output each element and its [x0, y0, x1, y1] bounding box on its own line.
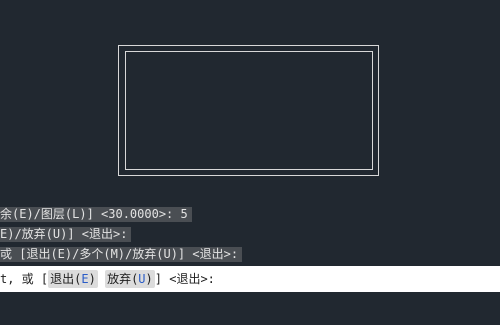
option-undo-button[interactable]: 放弃(U): [105, 270, 155, 288]
option-exit-key: E: [81, 272, 89, 286]
option-undo-key: U: [138, 272, 146, 286]
bottom-canvas-strip: [0, 292, 500, 325]
drawing-canvas[interactable]: 余(E)/图层(L)] <30.0000>: 5 E)/放弃(U)] <退出>:…: [0, 0, 500, 325]
command-prompt-line[interactable]: t, 或 [退出(E) 放弃(U)] <退出>:: [0, 266, 500, 292]
command-history-line: 余(E)/图层(L)] <30.0000>: 5: [0, 207, 192, 222]
command-history-line: E)/放弃(U)] <退出>:: [0, 227, 132, 242]
option-exit-button[interactable]: 退出(E): [48, 270, 98, 288]
inner-offset-rectangle[interactable]: [125, 51, 373, 170]
command-prompt-prefix: t, 或 [: [0, 272, 49, 286]
command-prompt-suffix: ] <退出>:: [154, 272, 215, 286]
option-exit-label: 退出(: [50, 272, 82, 286]
option-undo-label: 放弃(: [107, 272, 139, 286]
option-undo-close: ): [145, 272, 153, 286]
command-history-line: 戓 [退出(E)/多个(M)/放弃(U)] <退出>:: [0, 247, 243, 262]
option-exit-close: ): [88, 272, 96, 286]
